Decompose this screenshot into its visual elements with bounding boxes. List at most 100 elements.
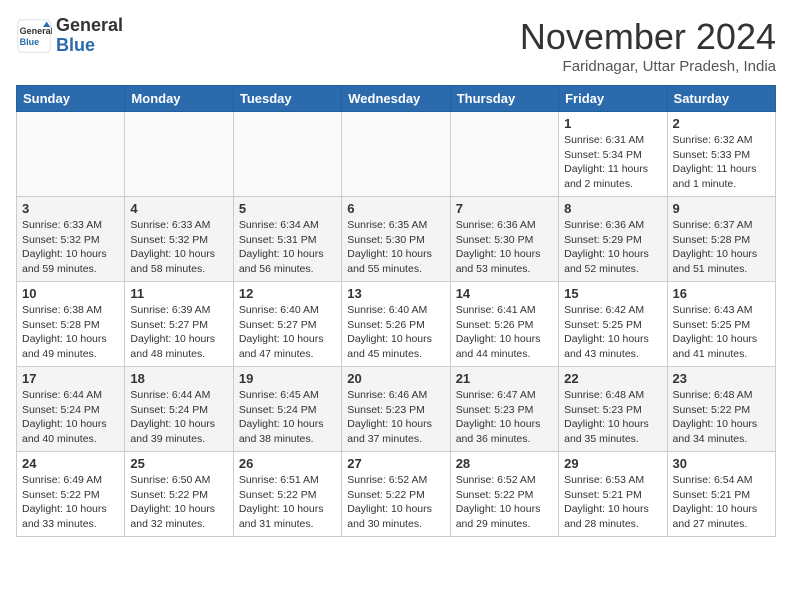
calendar-cell: 13 Sunrise: 6:40 AM Sunset: 5:26 PM Dayli… — [342, 282, 450, 367]
day-number: 8 — [564, 201, 661, 216]
weekday-header-friday: Friday — [559, 86, 667, 112]
calendar-cell: 2 Sunrise: 6:32 AM Sunset: 5:33 PM Daylig… — [667, 112, 775, 197]
day-number: 10 — [22, 286, 119, 301]
calendar-cell: 19 Sunrise: 6:45 AM Sunset: 5:24 PM Dayli… — [233, 367, 341, 452]
day-number: 11 — [130, 286, 227, 301]
day-number: 22 — [564, 371, 661, 386]
day-number: 18 — [130, 371, 227, 386]
weekday-header-wednesday: Wednesday — [342, 86, 450, 112]
day-number: 27 — [347, 456, 444, 471]
calendar-cell: 30 Sunrise: 6:54 AM Sunset: 5:21 PM Dayli… — [667, 452, 775, 537]
calendar-cell: 18 Sunrise: 6:44 AM Sunset: 5:24 PM Dayli… — [125, 367, 233, 452]
day-info: Sunrise: 6:51 AM Sunset: 5:22 PM Dayligh… — [239, 473, 336, 532]
svg-text:Blue: Blue — [20, 37, 40, 47]
day-number: 20 — [347, 371, 444, 386]
day-info: Sunrise: 6:44 AM Sunset: 5:24 PM Dayligh… — [22, 388, 119, 447]
day-info: Sunrise: 6:35 AM Sunset: 5:30 PM Dayligh… — [347, 218, 444, 277]
calendar-cell: 23Sunrise: 6:48 AM Sunset: 5:22 PM Dayli… — [667, 367, 775, 452]
day-info: Sunrise: 6:50 AM Sunset: 5:22 PM Dayligh… — [130, 473, 227, 532]
day-info: Sunrise: 6:45 AM Sunset: 5:24 PM Dayligh… — [239, 388, 336, 447]
calendar-cell: 3 Sunrise: 6:33 AM Sunset: 5:32 PM Daylig… — [17, 197, 125, 282]
calendar-cell: 16 Sunrise: 6:43 AM Sunset: 5:25 PM Dayli… — [667, 282, 775, 367]
calendar-cell: 1Sunrise: 6:31 AM Sunset: 5:34 PM Daylig… — [559, 112, 667, 197]
day-number: 3 — [22, 201, 119, 216]
day-number: 26 — [239, 456, 336, 471]
calendar-cell: 29 Sunrise: 6:53 AM Sunset: 5:21 PM Dayli… — [559, 452, 667, 537]
calendar-cell: 8 Sunrise: 6:36 AM Sunset: 5:29 PM Daylig… — [559, 197, 667, 282]
calendar-cell: 4Sunrise: 6:33 AM Sunset: 5:32 PM Daylig… — [125, 197, 233, 282]
weekday-header-saturday: Saturday — [667, 86, 775, 112]
calendar-cell: 20Sunrise: 6:46 AM Sunset: 5:23 PM Dayli… — [342, 367, 450, 452]
day-info: Sunrise: 6:41 AM Sunset: 5:26 PM Dayligh… — [456, 303, 553, 362]
weekday-header-thursday: Thursday — [450, 86, 558, 112]
day-number: 7 — [456, 201, 553, 216]
calendar-cell: 25 Sunrise: 6:50 AM Sunset: 5:22 PM Dayli… — [125, 452, 233, 537]
calendar-cell: 11 Sunrise: 6:39 AM Sunset: 5:27 PM Dayli… — [125, 282, 233, 367]
calendar-cell — [450, 112, 558, 197]
day-info: Sunrise: 6:47 AM Sunset: 5:23 PM Dayligh… — [456, 388, 553, 447]
logo-blue-text: Blue — [56, 35, 95, 55]
weekday-header-monday: Monday — [125, 86, 233, 112]
day-number: 28 — [456, 456, 553, 471]
weekday-header-row: SundayMondayTuesdayWednesdayThursdayFrid… — [17, 86, 776, 112]
day-info: Sunrise: 6:31 AM Sunset: 5:34 PM Dayligh… — [564, 133, 661, 192]
day-number: 14 — [456, 286, 553, 301]
day-info: Sunrise: 6:53 AM Sunset: 5:21 PM Dayligh… — [564, 473, 661, 532]
day-info: Sunrise: 6:38 AM Sunset: 5:28 PM Dayligh… — [22, 303, 119, 362]
day-number: 19 — [239, 371, 336, 386]
calendar-week-row: 10 Sunrise: 6:38 AM Sunset: 5:28 PM Dayli… — [17, 282, 776, 367]
day-number: 30 — [673, 456, 770, 471]
weekday-header-tuesday: Tuesday — [233, 86, 341, 112]
day-info: Sunrise: 6:44 AM Sunset: 5:24 PM Dayligh… — [130, 388, 227, 447]
calendar-cell: 27 Sunrise: 6:52 AM Sunset: 5:22 PM Dayli… — [342, 452, 450, 537]
day-number: 6 — [347, 201, 444, 216]
day-info: Sunrise: 6:33 AM Sunset: 5:32 PM Dayligh… — [22, 218, 119, 277]
day-number: 29 — [564, 456, 661, 471]
day-info: Sunrise: 6:37 AM Sunset: 5:28 PM Dayligh… — [673, 218, 770, 277]
day-info: Sunrise: 6:54 AM Sunset: 5:21 PM Dayligh… — [673, 473, 770, 532]
day-info: Sunrise: 6:40 AM Sunset: 5:26 PM Dayligh… — [347, 303, 444, 362]
day-number: 25 — [130, 456, 227, 471]
weekday-header-sunday: Sunday — [17, 86, 125, 112]
day-info: Sunrise: 6:36 AM Sunset: 5:29 PM Dayligh… — [564, 218, 661, 277]
day-number: 5 — [239, 201, 336, 216]
calendar-cell: 14 Sunrise: 6:41 AM Sunset: 5:26 PM Dayli… — [450, 282, 558, 367]
day-info: Sunrise: 6:34 AM Sunset: 5:31 PM Dayligh… — [239, 218, 336, 277]
day-info: Sunrise: 6:40 AM Sunset: 5:27 PM Dayligh… — [239, 303, 336, 362]
day-info: Sunrise: 6:33 AM Sunset: 5:32 PM Dayligh… — [130, 218, 227, 277]
day-number: 23 — [673, 371, 770, 386]
day-info: Sunrise: 6:39 AM Sunset: 5:27 PM Dayligh… — [130, 303, 227, 362]
day-info: Sunrise: 6:49 AM Sunset: 5:22 PM Dayligh… — [22, 473, 119, 532]
calendar-cell: 5 Sunrise: 6:34 AM Sunset: 5:31 PM Daylig… — [233, 197, 341, 282]
calendar-cell — [233, 112, 341, 197]
day-info: Sunrise: 6:43 AM Sunset: 5:25 PM Dayligh… — [673, 303, 770, 362]
day-number: 15 — [564, 286, 661, 301]
calendar-cell: 12 Sunrise: 6:40 AM Sunset: 5:27 PM Dayli… — [233, 282, 341, 367]
calendar-cell — [17, 112, 125, 197]
calendar-week-row: 1Sunrise: 6:31 AM Sunset: 5:34 PM Daylig… — [17, 112, 776, 197]
day-info: Sunrise: 6:52 AM Sunset: 5:22 PM Dayligh… — [347, 473, 444, 532]
calendar-cell: 7 Sunrise: 6:36 AM Sunset: 5:30 PM Daylig… — [450, 197, 558, 282]
calendar-cell: 24 Sunrise: 6:49 AM Sunset: 5:22 PM Dayli… — [17, 452, 125, 537]
logo-icon: General Blue — [16, 18, 52, 54]
day-number: 9 — [673, 201, 770, 216]
logo-general-text: General — [56, 15, 123, 35]
calendar-week-row: 17 Sunrise: 6:44 AM Sunset: 5:24 PM Dayli… — [17, 367, 776, 452]
day-number: 24 — [22, 456, 119, 471]
day-number: 16 — [673, 286, 770, 301]
day-info: Sunrise: 6:32 AM Sunset: 5:33 PM Dayligh… — [673, 133, 770, 192]
day-number: 13 — [347, 286, 444, 301]
calendar-week-row: 3 Sunrise: 6:33 AM Sunset: 5:32 PM Daylig… — [17, 197, 776, 282]
month-title: November 2024 — [520, 16, 776, 58]
day-info: Sunrise: 6:36 AM Sunset: 5:30 PM Dayligh… — [456, 218, 553, 277]
calendar-cell — [125, 112, 233, 197]
day-number: 2 — [673, 116, 770, 131]
calendar-cell: 15Sunrise: 6:42 AM Sunset: 5:25 PM Dayli… — [559, 282, 667, 367]
day-number: 17 — [22, 371, 119, 386]
calendar-cell: 21Sunrise: 6:47 AM Sunset: 5:23 PM Dayli… — [450, 367, 558, 452]
day-info: Sunrise: 6:48 AM Sunset: 5:23 PM Dayligh… — [564, 388, 661, 447]
logo: General Blue General Blue — [16, 16, 123, 56]
location-subtitle: Faridnagar, Uttar Pradesh, India — [520, 58, 776, 75]
calendar-cell: 26 Sunrise: 6:51 AM Sunset: 5:22 PM Dayli… — [233, 452, 341, 537]
day-number: 12 — [239, 286, 336, 301]
